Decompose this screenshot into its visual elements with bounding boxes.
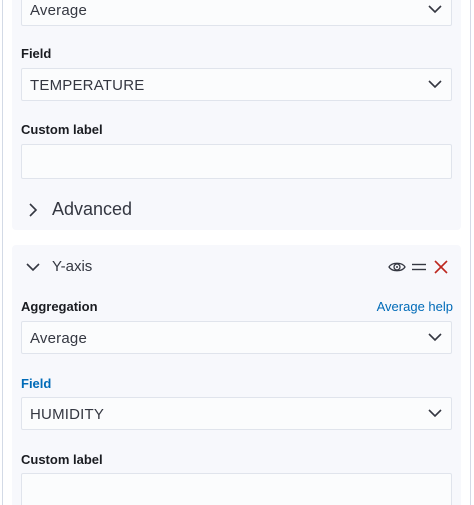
advanced-label: Advanced — [52, 199, 133, 219]
aggregation-select-top[interactable]: Average — [21, 0, 452, 26]
sidebar-right-border — [470, 0, 471, 505]
custom-label-input[interactable] — [21, 473, 452, 505]
chevron-down-icon — [26, 263, 40, 272]
eye-icon[interactable] — [388, 259, 406, 275]
field-select[interactable]: HUMIDITY — [21, 397, 452, 430]
editor-sidebar: Average Field TEMPERATURE Custom label A… — [0, 0, 474, 505]
field-label-top: Field — [21, 46, 52, 61]
custom-label-label-top: Custom label — [21, 122, 103, 137]
field-label: Field — [21, 376, 52, 391]
chevron-down-icon — [428, 80, 442, 89]
custom-label-label: Custom label — [21, 452, 103, 467]
aggregation-select[interactable]: Average — [21, 321, 452, 354]
metric-agg-panel — [12, 0, 461, 230]
aggregation-select-value: Average — [30, 2, 87, 19]
custom-label-input-top[interactable] — [21, 144, 452, 179]
aggregation-select-value: Average — [30, 330, 87, 347]
chevron-right-icon — [29, 203, 38, 217]
field-select-value: TEMPERATURE — [30, 77, 145, 94]
sidebar-left-border — [2, 0, 3, 505]
aggregation-label: Aggregation — [21, 299, 98, 314]
y-axis-title: Y-axis — [52, 258, 93, 275]
field-select-top[interactable]: TEMPERATURE — [21, 68, 452, 101]
field-select-value: HUMIDITY — [30, 406, 105, 423]
chevron-down-icon — [428, 5, 442, 14]
chevron-down-icon — [428, 409, 442, 418]
aggregation-help-link[interactable]: Average help — [377, 299, 453, 314]
close-icon[interactable] — [433, 259, 449, 275]
drag-handle-icon[interactable] — [411, 259, 427, 275]
chevron-down-icon — [428, 333, 442, 342]
